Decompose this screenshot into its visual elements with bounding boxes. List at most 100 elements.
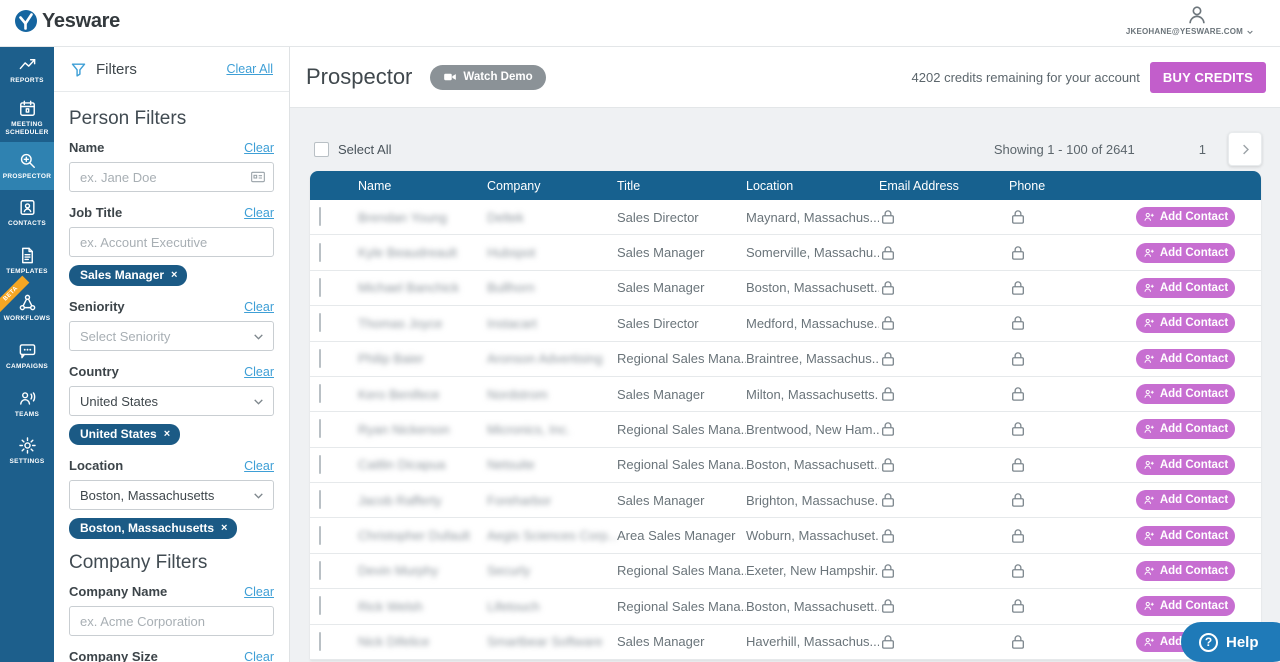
country-select[interactable]: United States (69, 386, 274, 416)
row-checkbox[interactable] (319, 561, 321, 580)
name-filter-input[interactable] (69, 162, 274, 192)
filter-funnel-icon (70, 61, 87, 78)
remove-tag-icon[interactable]: × (221, 523, 227, 534)
phone-lock-icon (1009, 208, 1132, 226)
table-header-row: NameCompanyTitleLocationEmail AddressPho… (310, 171, 1261, 200)
logo-text: Yesware (42, 10, 120, 33)
add-contact-button[interactable]: Add Contact (1136, 349, 1235, 369)
table-row: Nick Difelice Smartbear Software Sales M… (310, 625, 1261, 660)
location-clear-link[interactable]: Clear (244, 459, 274, 473)
person-plus-icon (1143, 636, 1155, 648)
row-checkbox[interactable] (319, 313, 321, 332)
remove-tag-icon[interactable]: × (171, 270, 177, 281)
add-contact-button[interactable]: Add Contact (1136, 313, 1235, 333)
sidebar-item-prospector[interactable]: PROSPECTOR (0, 142, 54, 190)
help-button[interactable]: ? Help (1181, 622, 1280, 662)
select-all-checkbox[interactable] (314, 142, 329, 157)
top-header: Yesware JKEOHANE@YESWARE.COM (0, 0, 1280, 47)
add-contact-button[interactable]: Add Contact (1136, 561, 1235, 581)
job-title-tag: Sales Manager × (69, 265, 187, 286)
row-checkbox[interactable] (319, 207, 321, 226)
add-contact-button[interactable]: Add Contact (1136, 455, 1235, 475)
row-checkbox[interactable] (319, 243, 321, 262)
watch-demo-button[interactable]: Watch Demo (430, 65, 545, 90)
row-checkbox[interactable] (319, 596, 321, 615)
remove-tag-icon[interactable]: × (164, 429, 170, 440)
prospect-location: Boston, Massachusett... (746, 599, 879, 614)
row-checkbox[interactable] (319, 455, 321, 474)
user-icon[interactable] (1186, 4, 1208, 26)
prospect-name: Christopher Dufault (358, 528, 487, 543)
sidebar-item-workflows[interactable]: BETAWORKFLOWS (0, 285, 54, 333)
prospect-title: Regional Sales Mana... (617, 599, 746, 614)
calendar-icon (18, 99, 37, 118)
seniority-filter-label: Seniority (69, 299, 125, 314)
location-select[interactable]: Boston, Massachusetts (69, 480, 274, 510)
row-checkbox[interactable] (319, 278, 321, 297)
row-checkbox[interactable] (319, 384, 321, 403)
sidebar-item-campaigns[interactable]: CAMPAIGNS (0, 333, 54, 381)
sidebar-item-templates[interactable]: TEMPLATES (0, 237, 54, 285)
prospect-title: Sales Manager (617, 634, 746, 649)
table-row: Brendan Young Deltek Sales Director Mayn… (310, 200, 1261, 235)
add-contact-button[interactable]: Add Contact (1136, 278, 1235, 298)
prospect-title: Area Sales Manager (617, 528, 746, 543)
buy-credits-button[interactable]: BUY CREDITS (1150, 62, 1266, 93)
select-all-control[interactable]: Select All (314, 142, 391, 157)
prospect-name: Jacob Rafferty (358, 493, 487, 508)
next-page-button[interactable] (1228, 132, 1262, 166)
person-plus-icon (1143, 247, 1155, 259)
showing-count-text: Showing 1 - 100 of 2641 (994, 142, 1135, 157)
company-name-clear-link[interactable]: Clear (244, 585, 274, 599)
contact-card-icon[interactable] (250, 169, 266, 185)
prospect-name: Caitlin Dicapua (358, 457, 487, 472)
sidebar-item-settings[interactable]: SETTINGS (0, 428, 54, 476)
country-clear-link[interactable]: Clear (244, 365, 274, 379)
add-contact-button[interactable]: Add Contact (1136, 384, 1235, 404)
sidebar-item-label: REPORTS (10, 77, 44, 86)
prospect-location: Maynard, Massachus... (746, 210, 879, 225)
country-filter-group: Country Clear United States United State… (69, 364, 274, 445)
company-size-clear-link[interactable]: Clear (244, 650, 274, 662)
job-title-filter-input[interactable] (69, 227, 274, 257)
sidebar-item-contacts[interactable]: CONTACTS (0, 190, 54, 238)
prospect-name: Devin Murphy (358, 563, 487, 578)
prospect-company: Aegis Sciences Corp... (487, 528, 617, 543)
row-checkbox[interactable] (319, 526, 321, 545)
seniority-select[interactable]: Select Seniority (69, 321, 274, 351)
add-contact-button[interactable]: Add Contact (1136, 243, 1235, 263)
row-checkbox[interactable] (319, 632, 321, 651)
sidebar-item-meeting-scheduler[interactable]: MEETING SCHEDULER (0, 95, 54, 143)
clear-all-link[interactable]: Clear All (226, 62, 273, 76)
account-menu[interactable]: JKEOHANE@YESWARE.COM (1126, 4, 1254, 36)
job-title-filter-label: Job Title (69, 205, 122, 220)
prospect-company: Lifetouch (487, 599, 617, 614)
prospect-company: Smartbear Software (487, 634, 617, 649)
sidebar-item-teams[interactable]: TEAMS (0, 380, 54, 428)
row-checkbox[interactable] (319, 349, 321, 368)
row-checkbox[interactable] (319, 419, 321, 438)
row-checkbox[interactable] (319, 490, 321, 509)
prospect-location: Boston, Massachusett... (746, 280, 879, 295)
page-title: Prospector (306, 64, 412, 90)
email-lock-icon (879, 279, 1009, 297)
add-contact-button[interactable]: Add Contact (1136, 526, 1235, 546)
name-clear-link[interactable]: Clear (244, 141, 274, 155)
name-filter-label: Name (69, 140, 104, 155)
table-row: Christopher Dufault Aegis Sciences Corp.… (310, 518, 1261, 553)
add-contact-button[interactable]: Add Contact (1136, 419, 1235, 439)
seniority-clear-link[interactable]: Clear (244, 300, 274, 314)
phone-lock-icon (1009, 244, 1132, 262)
add-contact-button[interactable]: Add Contact (1136, 490, 1235, 510)
account-email[interactable]: JKEOHANE@YESWARE.COM (1126, 27, 1254, 36)
person-plus-icon (1143, 565, 1155, 577)
person-plus-icon (1143, 388, 1155, 400)
add-contact-button[interactable]: Add Contact (1136, 207, 1235, 227)
prospect-location: Woburn, Massachuset... (746, 528, 879, 543)
prospect-name: Michael Banchick (358, 280, 487, 295)
company-name-filter-input[interactable] (69, 606, 274, 636)
prospect-title: Regional Sales Mana... (617, 422, 746, 437)
sidebar-item-reports[interactable]: REPORTS (0, 47, 54, 95)
job-title-clear-link[interactable]: Clear (244, 206, 274, 220)
add-contact-button[interactable]: Add Contact (1136, 596, 1235, 616)
